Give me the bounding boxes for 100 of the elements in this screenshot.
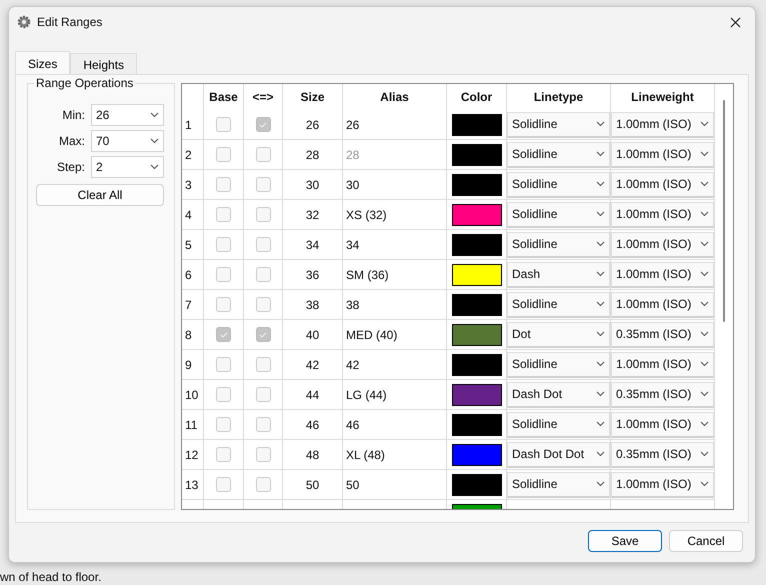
field-label: Max: — [58, 134, 85, 148]
alias-cell[interactable]: XS (32) — [343, 200, 447, 230]
linetype-dropdown[interactable]: Solidline — [507, 172, 610, 198]
link-checkbox[interactable] — [256, 387, 270, 402]
checkmark-icon — [259, 332, 267, 338]
linetype-dropdown[interactable]: Solidline — [507, 412, 610, 438]
link-checkbox[interactable] — [256, 117, 270, 132]
field-label: Min: — [62, 108, 85, 122]
color-swatch[interactable] — [452, 114, 502, 136]
base-checkbox[interactable] — [216, 177, 231, 192]
color-swatch[interactable] — [452, 264, 502, 286]
color-swatch[interactable] — [452, 144, 502, 166]
size-cell: 28 — [283, 140, 343, 170]
link-checkbox[interactable] — [256, 417, 270, 432]
alias-cell[interactable]: LG (44) — [343, 380, 447, 410]
color-swatch[interactable] — [452, 474, 502, 496]
link-checkbox[interactable] — [256, 357, 270, 372]
base-checkbox[interactable] — [216, 357, 231, 372]
color-swatch[interactable] — [452, 414, 502, 436]
row-number: 3 — [182, 170, 204, 200]
lineweight-dropdown[interactable]: 0.35mm (ISO) — [611, 442, 714, 468]
base-checkbox[interactable] — [216, 447, 231, 462]
linetype-dropdown[interactable]: Dash Dot Dot — [507, 442, 610, 468]
linetype-dropdown[interactable]: Dash Dot — [507, 382, 610, 408]
alias-cell[interactable]: 30 — [343, 170, 447, 200]
alias-cell[interactable]: XL (48) — [343, 440, 447, 470]
link-checkbox[interactable] — [256, 177, 270, 192]
base-checkbox[interactable] — [216, 327, 231, 342]
linetype-dropdown[interactable]: Solidline — [507, 142, 610, 168]
color-swatch[interactable] — [452, 444, 502, 466]
lineweight-dropdown[interactable]: 1.00mm (ISO) — [611, 412, 714, 438]
column-header: Size — [283, 84, 343, 110]
alias-cell[interactable]: MED (40) — [343, 320, 447, 350]
color-swatch[interactable] — [452, 354, 502, 376]
link-checkbox[interactable] — [256, 477, 270, 492]
chevron-down-icon — [700, 481, 709, 487]
link-checkbox[interactable] — [256, 327, 270, 342]
value-dropdown[interactable]: 26 — [91, 104, 164, 126]
link-checkbox[interactable] — [256, 237, 270, 252]
base-checkbox[interactable] — [216, 237, 231, 252]
value-dropdown[interactable]: 70 — [91, 130, 164, 152]
lineweight-dropdown[interactable]: 1.00mm (ISO) — [611, 262, 714, 288]
chevron-down-icon — [700, 241, 709, 247]
lineweight-dropdown[interactable]: 1.00mm (ISO) — [611, 112, 714, 138]
linetype-dropdown[interactable]: Solidline — [507, 472, 610, 498]
base-checkbox[interactable] — [216, 387, 231, 402]
alias-cell[interactable]: 46 — [343, 410, 447, 440]
base-checkbox[interactable] — [216, 267, 231, 282]
lineweight-dropdown[interactable]: 1.00mm (ISO) — [611, 352, 714, 378]
lineweight-dropdown[interactable]: 0.35mm (ISO) — [611, 382, 714, 408]
alias-cell[interactable]: SM (36) — [343, 260, 447, 290]
scrollbar-thumb[interactable] — [722, 100, 724, 322]
base-checkbox[interactable] — [216, 207, 231, 222]
size-cell: 40 — [283, 320, 343, 350]
alias-cell[interactable]: 50 — [343, 470, 447, 500]
base-checkbox[interactable] — [216, 477, 231, 492]
base-checkbox[interactable] — [216, 147, 231, 162]
lineweight-dropdown[interactable]: 1.00mm (ISO) — [611, 232, 714, 258]
color-swatch[interactable] — [452, 294, 502, 316]
chevron-down-icon — [700, 421, 709, 427]
link-checkbox[interactable] — [256, 447, 270, 462]
color-swatch[interactable] — [452, 234, 502, 256]
lineweight-dropdown[interactable]: 1.00mm (ISO) — [611, 292, 714, 318]
linetype-dropdown[interactable]: Solidline — [507, 112, 610, 138]
linetype-dropdown[interactable]: Solidline — [507, 292, 610, 318]
clear-all-button[interactable]: Clear All — [36, 184, 164, 206]
link-checkbox[interactable] — [256, 207, 270, 222]
color-swatch[interactable] — [452, 174, 502, 196]
lineweight-dropdown[interactable]: 1.00mm (ISO) — [611, 202, 714, 228]
size-cell: 44 — [283, 380, 343, 410]
value-dropdown[interactable]: 2 — [91, 156, 164, 178]
lineweight-dropdown[interactable]: 1.00mm (ISO) — [611, 172, 714, 198]
alias-cell[interactable]: 34 — [343, 230, 447, 260]
lineweight-dropdown[interactable]: 1.00mm (ISO) — [611, 472, 714, 498]
background-text: wn of head to floor. — [0, 570, 102, 585]
tab[interactable]: Sizes — [15, 51, 70, 74]
tab[interactable]: Heights — [70, 53, 138, 74]
chevron-down-icon — [596, 451, 605, 457]
color-swatch[interactable] — [452, 324, 502, 346]
link-checkbox[interactable] — [256, 297, 270, 312]
chevron-down-icon — [700, 451, 709, 457]
cancel-button[interactable]: Cancel — [669, 530, 743, 552]
base-checkbox[interactable] — [216, 297, 231, 312]
base-checkbox[interactable] — [216, 117, 231, 132]
alias-cell[interactable]: 42 — [343, 350, 447, 380]
base-checkbox[interactable] — [216, 417, 231, 432]
color-swatch[interactable] — [452, 384, 502, 406]
linetype-dropdown[interactable]: Solidline — [507, 352, 610, 378]
linetype-dropdown[interactable]: Solidline — [507, 202, 610, 228]
lineweight-dropdown[interactable]: 0.35mm (ISO) — [611, 322, 714, 348]
linetype-dropdown[interactable]: Dot — [507, 322, 610, 348]
link-checkbox[interactable] — [256, 267, 270, 282]
lineweight-dropdown[interactable]: 1.00mm (ISO) — [611, 142, 714, 168]
linetype-dropdown[interactable]: Dash — [507, 262, 610, 288]
alias-cell[interactable]: 26 — [343, 110, 447, 140]
save-button[interactable]: Save — [588, 530, 662, 552]
color-swatch[interactable] — [452, 204, 502, 226]
link-checkbox[interactable] — [256, 147, 270, 162]
alias-cell[interactable]: 38 — [343, 290, 447, 320]
linetype-dropdown[interactable]: Solidline — [507, 232, 610, 258]
